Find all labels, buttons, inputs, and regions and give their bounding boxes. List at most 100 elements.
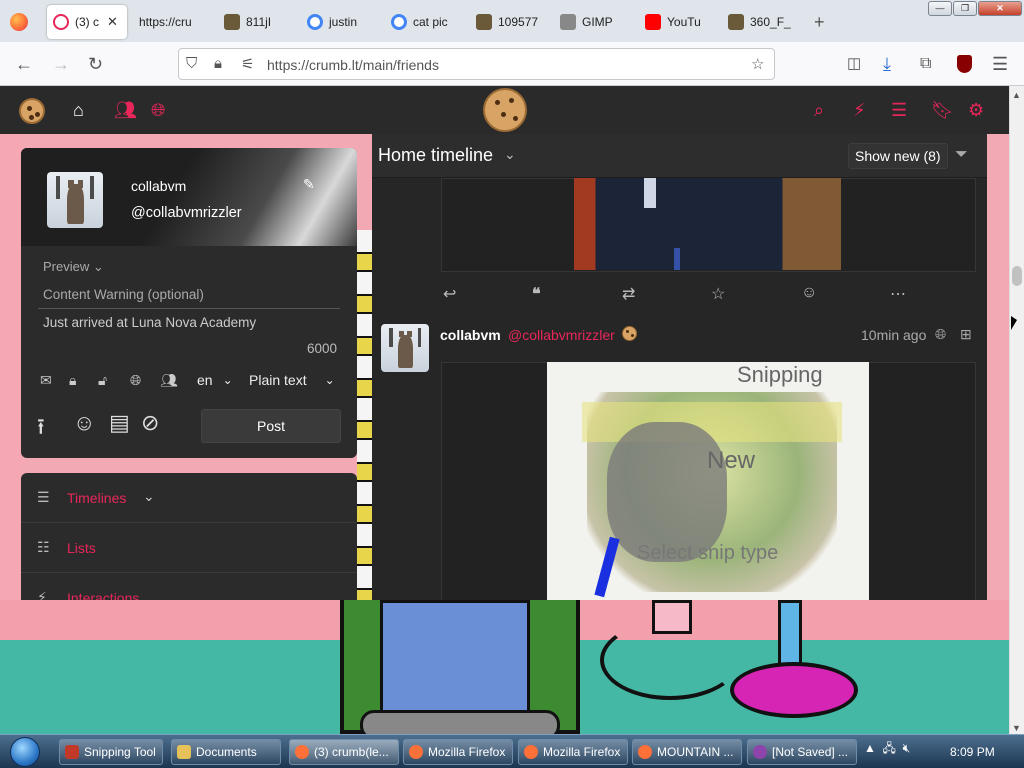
scroll-up-icon[interactable]: ▲ — [1012, 90, 1021, 100]
taskbar-item-snipping-tool[interactable]: Snipping Tool — [59, 739, 163, 765]
image-text: Snipping — [737, 362, 823, 387]
firefox-logo-icon[interactable] — [10, 13, 28, 31]
shield-icon[interactable]: ⛉ — [186, 55, 197, 72]
tab-google-cat[interactable]: cat pic — [391, 5, 465, 39]
users-icon[interactable]: 👥︎ — [114, 99, 137, 121]
cookie-center-logo-icon[interactable] — [483, 88, 527, 132]
scroll-down-icon[interactable]: ▼ — [1012, 723, 1021, 733]
globe-icon[interactable]: 🌐︎ — [151, 99, 165, 121]
tab-image-811[interactable]: 811jI — [224, 5, 296, 39]
snipping-tool-icon — [65, 745, 79, 759]
language-select[interactable]: en ⌄ — [197, 367, 233, 393]
gear-icon[interactable]: ⚙ — [968, 99, 984, 121]
address-bar[interactable]: ⛉ 🔒︎ ⚟ https://crumb.lt/main/friends ☆ — [178, 48, 775, 80]
download-icon[interactable]: ⤓ — [883, 54, 891, 74]
page-scrollbar[interactable]: ▲ ▼ — [1009, 86, 1024, 734]
reload-icon[interactable]: ↻ — [88, 54, 103, 74]
post-handle[interactable]: @collabvmrizzler — [508, 327, 615, 343]
taskbar-item-firefox-2[interactable]: Mozilla Firefox — [518, 739, 628, 765]
bookmark-star-icon[interactable]: ☆ — [751, 55, 764, 73]
forward-icon[interactable]: → — [52, 54, 70, 74]
taskbar-item-firefox-1[interactable]: Mozilla Firefox — [403, 739, 513, 765]
back-icon[interactable]: ← — [15, 54, 33, 74]
reply-icon[interactable]: ↩ — [443, 284, 456, 304]
post-author[interactable]: collabvm — [440, 327, 501, 343]
tab-image-360[interactable]: 360_F_ — [728, 5, 804, 39]
new-tab-icon[interactable]: + — [814, 12, 825, 33]
emoji-icon[interactable]: ☺ — [73, 410, 95, 436]
lock-icon[interactable]: 🔒︎ — [69, 372, 76, 389]
tab-google-justin[interactable]: justin — [307, 5, 381, 39]
attached-photo[interactable]: Snipping New Select snip type — [547, 362, 869, 600]
emoji-icon[interactable]: ☺ — [801, 284, 817, 302]
quote-icon[interactable]: ❝ — [532, 284, 541, 304]
menu-item-lists[interactable]: ☷ Lists — [21, 523, 357, 573]
retweet-icon[interactable]: ⇄ — [622, 284, 635, 304]
bolt-icon[interactable]: ⚡︎ — [853, 99, 866, 121]
tab-gimp[interactable]: GIMP — [560, 5, 634, 39]
pocket-icon[interactable]: ◫ — [847, 54, 861, 74]
taskbar-item-not-saved[interactable]: [Not Saved] ... — [747, 739, 857, 765]
menu-item-interactions[interactable]: ⚡︎ Interactions — [21, 573, 357, 600]
taskbar-item-mountain[interactable]: MOUNTAIN ... — [632, 739, 742, 765]
timeline-title[interactable]: Home timeline — [378, 145, 493, 166]
tab-crumb[interactable]: (3) c ✕ — [47, 5, 127, 39]
post-timestamp[interactable]: 10min ago — [861, 327, 926, 343]
menu-icon[interactable]: ☰ — [992, 54, 1008, 74]
taskbar-item-documents[interactable]: Documents — [171, 739, 281, 765]
post-avatar[interactable] — [381, 324, 429, 372]
start-button[interactable] — [10, 737, 40, 767]
preview-toggle[interactable]: Preview ⌄ — [43, 259, 104, 275]
edit-profile-icon[interactable]: ✎ — [303, 176, 315, 193]
filter-icon[interactable]: ⏷ — [955, 146, 968, 164]
clock[interactable]: 8:09 PM — [950, 745, 995, 759]
tab-crumb-url[interactable]: https://cru — [139, 5, 201, 39]
tab-label: 811jI — [246, 15, 272, 29]
cookie-logo-icon[interactable] — [19, 98, 45, 124]
unlock-icon[interactable]: 🔓︎ — [98, 372, 107, 389]
menu-item-timelines[interactable]: ☰ Timelines ⌄ — [21, 473, 357, 523]
taskbar-label: Documents — [196, 745, 257, 759]
post-text-input[interactable]: Just arrived at Luna Nova Academy — [38, 311, 340, 359]
star-icon[interactable]: ☆ — [711, 284, 725, 304]
home-icon[interactable]: ⌂ — [73, 99, 84, 121]
minimize-icon[interactable]: — — [928, 1, 952, 16]
expand-icon[interactable]: ⊞ — [960, 326, 972, 343]
tab-label: 109577 — [498, 15, 539, 29]
poll-icon[interactable]: ▤ — [109, 410, 130, 436]
close-tab-icon[interactable]: ✕ — [107, 14, 118, 30]
tab-label: GIMP — [582, 15, 613, 29]
cookie-badge-icon — [622, 326, 637, 341]
show-new-button[interactable]: Show new (8) — [848, 143, 948, 169]
format-select[interactable]: Plain text ⌄ — [249, 367, 335, 393]
post-button[interactable]: Post — [201, 409, 341, 443]
globe-icon[interactable]: 🌐︎ — [130, 372, 141, 389]
tab-youtube[interactable]: YouTu — [645, 5, 719, 39]
bookmark-icon[interactable]: 🔖︎ — [931, 99, 954, 121]
chevron-down-icon[interactable]: ⌄ — [143, 488, 155, 505]
scroll-thumb[interactable] — [1012, 266, 1022, 286]
taskbar-item-crumb[interactable]: (3) crumb(le... — [289, 739, 399, 765]
content-warning-input[interactable]: Content Warning (optional) — [38, 283, 340, 309]
system-tray[interactable]: ▲ 🖧︎ 🔇︎ — [864, 739, 910, 760]
ublock-icon[interactable] — [957, 55, 972, 73]
chevron-down-icon[interactable]: ⌄ — [504, 146, 516, 163]
maximize-icon[interactable]: ❐ — [953, 1, 977, 16]
users-icon[interactable]: 👥︎ — [160, 372, 178, 389]
mail-icon[interactable]: ✉ — [40, 372, 52, 389]
close-icon[interactable]: ✕ — [978, 1, 1022, 16]
background-flowers — [357, 230, 372, 600]
url-text[interactable]: https://crumb.lt/main/friends — [267, 57, 439, 73]
upload-icon[interactable]: ⭱ — [37, 410, 45, 448]
avatar[interactable] — [47, 172, 103, 228]
permissions-icon[interactable]: ⚟ — [241, 55, 254, 73]
attached-photo[interactable] — [574, 178, 841, 270]
list-icon[interactable]: ☰ — [891, 99, 907, 121]
extensions-icon[interactable]: ⧉ — [920, 54, 931, 74]
eye-off-icon[interactable]: ⊘ — [141, 410, 159, 436]
search-icon[interactable]: ⌕ — [814, 99, 824, 121]
lock-icon[interactable]: 🔒︎ — [214, 55, 222, 72]
format-value: Plain text — [249, 372, 307, 388]
tab-image-109577[interactable]: 109577 — [476, 5, 550, 39]
more-icon[interactable]: ⋯ — [890, 284, 906, 304]
